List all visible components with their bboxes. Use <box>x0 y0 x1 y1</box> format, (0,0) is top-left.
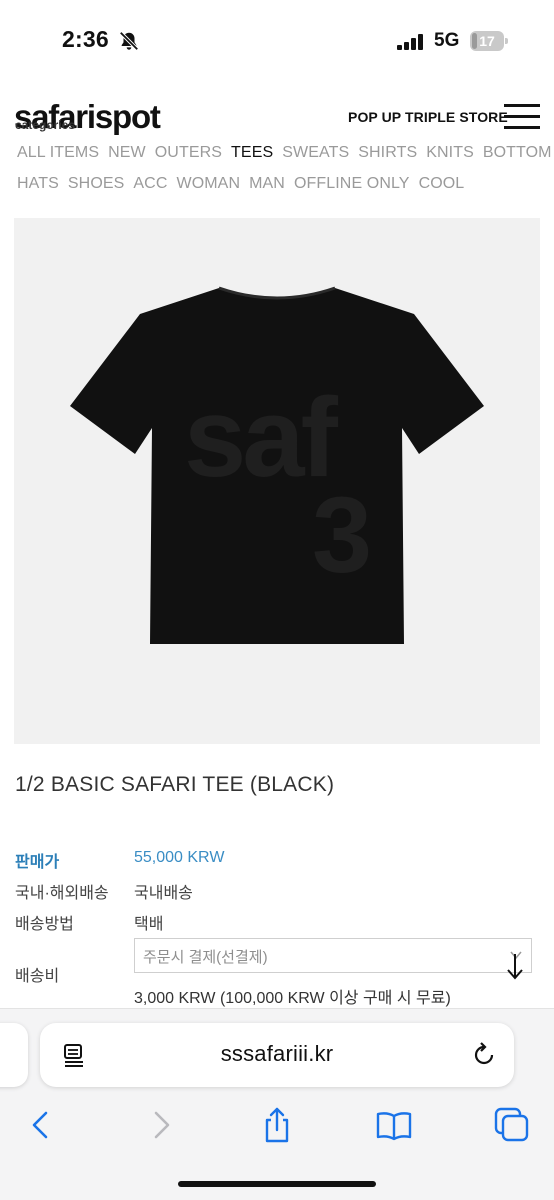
previous-tab-preview[interactable] <box>0 1023 28 1087</box>
arrow-down-icon <box>507 954 523 980</box>
shipping-fee-select[interactable]: 주문시 결제(선결제) <box>134 938 532 973</box>
address-bar[interactable]: sssafariii.kr <box>40 1023 514 1087</box>
bell-slash-icon <box>119 31 139 51</box>
status-bar: 2:36 5G 17 <box>0 0 554 84</box>
category-tees[interactable]: TEES <box>231 144 273 162</box>
category-offline-only[interactable]: OFFLINE ONLY <box>294 175 410 193</box>
hamburger-icon[interactable] <box>504 104 540 130</box>
category-sweats[interactable]: SWEATS <box>282 144 349 162</box>
forward-icon[interactable] <box>140 1105 180 1145</box>
category-woman[interactable]: WOMAN <box>177 175 241 193</box>
category-acc[interactable]: ACC <box>133 175 167 193</box>
popup-store-link[interactable]: POP UP TRIPLE STORE <box>348 109 508 125</box>
t-shirt-image: saf 3 <box>70 286 484 644</box>
category-knits[interactable]: KNITS <box>426 144 474 162</box>
category-man[interactable]: MAN <box>249 175 285 193</box>
category-shoes[interactable]: SHOES <box>68 175 125 193</box>
tabs-icon[interactable] <box>492 1105 532 1145</box>
back-icon[interactable] <box>22 1105 62 1145</box>
home-indicator <box>178 1181 376 1187</box>
category-outers[interactable]: OUTERS <box>155 144 222 162</box>
category-hats[interactable]: HATS <box>17 175 59 193</box>
shipping-region-value: 국내배송 <box>134 885 193 902</box>
battery-icon: 17 <box>470 31 508 51</box>
product-image[interactable]: saf 3 <box>14 218 540 744</box>
category-shirts[interactable]: SHIRTS <box>358 144 417 162</box>
shipping-fee-note: 3,000 KRW (100,000 KRW 이상 구매 시 무료) <box>134 990 451 1007</box>
site-header: safarispot categories POP UP TRIPLE STOR… <box>0 92 554 140</box>
shipping-method-label: 배송방법 <box>15 916 74 933</box>
category-bottom[interactable]: BOTTOM <box>483 144 552 162</box>
shirt-print-number: 3 <box>312 474 372 595</box>
status-time: 2:36 <box>62 26 109 52</box>
price-label: 판매가 <box>15 854 60 871</box>
signal-icon <box>397 34 423 50</box>
category-row: HATS SHOES ACC WOMAN MAN OFFLINE ONLY COOL <box>17 175 464 193</box>
category-cool[interactable]: COOL <box>419 175 465 193</box>
battery-level: 17 <box>479 33 495 49</box>
reload-icon[interactable] <box>470 1041 498 1069</box>
url-text[interactable]: sssafariii.kr <box>40 1041 514 1067</box>
categories-label: categories <box>15 118 76 132</box>
network-type: 5G <box>434 30 460 51</box>
shipping-region-label: 국내·해외배송 <box>15 885 109 902</box>
category-row: ALL ITEMS NEW OUTERS TEES SWEATS SHIRTS KNITS B… <box>17 144 552 162</box>
category-all-items[interactable]: ALL ITEMS <box>17 144 99 162</box>
share-icon[interactable] <box>257 1105 297 1145</box>
safari-toolbar: sssafariii.kr <box>0 1008 554 1200</box>
shipping-method-value: 택배 <box>134 916 164 933</box>
price-value: 55,000 KRW <box>134 849 225 866</box>
bookmarks-icon[interactable] <box>374 1105 414 1145</box>
category-new[interactable]: NEW <box>108 144 146 162</box>
shipping-fee-label: 배송비 <box>15 968 60 985</box>
product-title: 1/2 BASIC SAFARI TEE (BLACK) <box>15 773 335 796</box>
shipping-select-value: 주문시 결제(선결제) <box>143 949 268 966</box>
